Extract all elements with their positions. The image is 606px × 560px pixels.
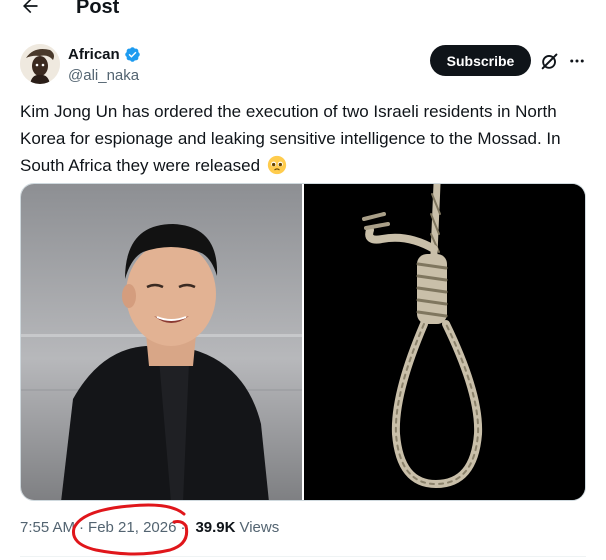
avatar-image xyxy=(20,44,60,84)
back-button[interactable] xyxy=(18,0,42,18)
display-name[interactable]: African xyxy=(68,45,120,64)
tweet-text: Kim Jong Un has ordered the execution of… xyxy=(20,98,590,179)
divider xyxy=(20,556,586,557)
separator-dot-2: · xyxy=(180,519,186,536)
separator-dot: · xyxy=(79,519,85,536)
top-bar: Post xyxy=(0,0,606,20)
pleading-face-emoji-icon xyxy=(267,155,286,175)
post-meta: 7:55 AM · Feb 21, 2026 · 39.9K Views xyxy=(20,518,279,538)
photo-noose[interactable] xyxy=(304,184,585,500)
photo-kim-jong-un[interactable] xyxy=(21,184,302,500)
grok-icon xyxy=(541,53,558,70)
post-time[interactable]: 7:55 AM xyxy=(20,518,75,538)
handle[interactable]: @ali_naka xyxy=(68,66,139,85)
more-button[interactable] xyxy=(566,50,588,72)
more-horizontal-icon xyxy=(570,59,584,63)
avatar[interactable] xyxy=(20,44,60,84)
views-count: 39.9K xyxy=(195,519,236,536)
page-title: Post xyxy=(76,0,120,18)
arrow-left-icon xyxy=(23,0,38,14)
post-date[interactable]: Feb 21, 2026 xyxy=(88,518,176,538)
verified-badge-icon xyxy=(124,47,140,62)
media-grid xyxy=(20,183,586,501)
tweet-body: Kim Jong Un has ordered the execution of… xyxy=(20,102,561,175)
grok-button[interactable] xyxy=(539,50,561,72)
views-label: Views xyxy=(239,519,280,536)
name-row: African xyxy=(68,45,141,64)
noose-photo xyxy=(304,184,585,500)
subscribe-button[interactable]: Subscribe xyxy=(430,45,531,76)
portrait-photo xyxy=(21,184,302,500)
